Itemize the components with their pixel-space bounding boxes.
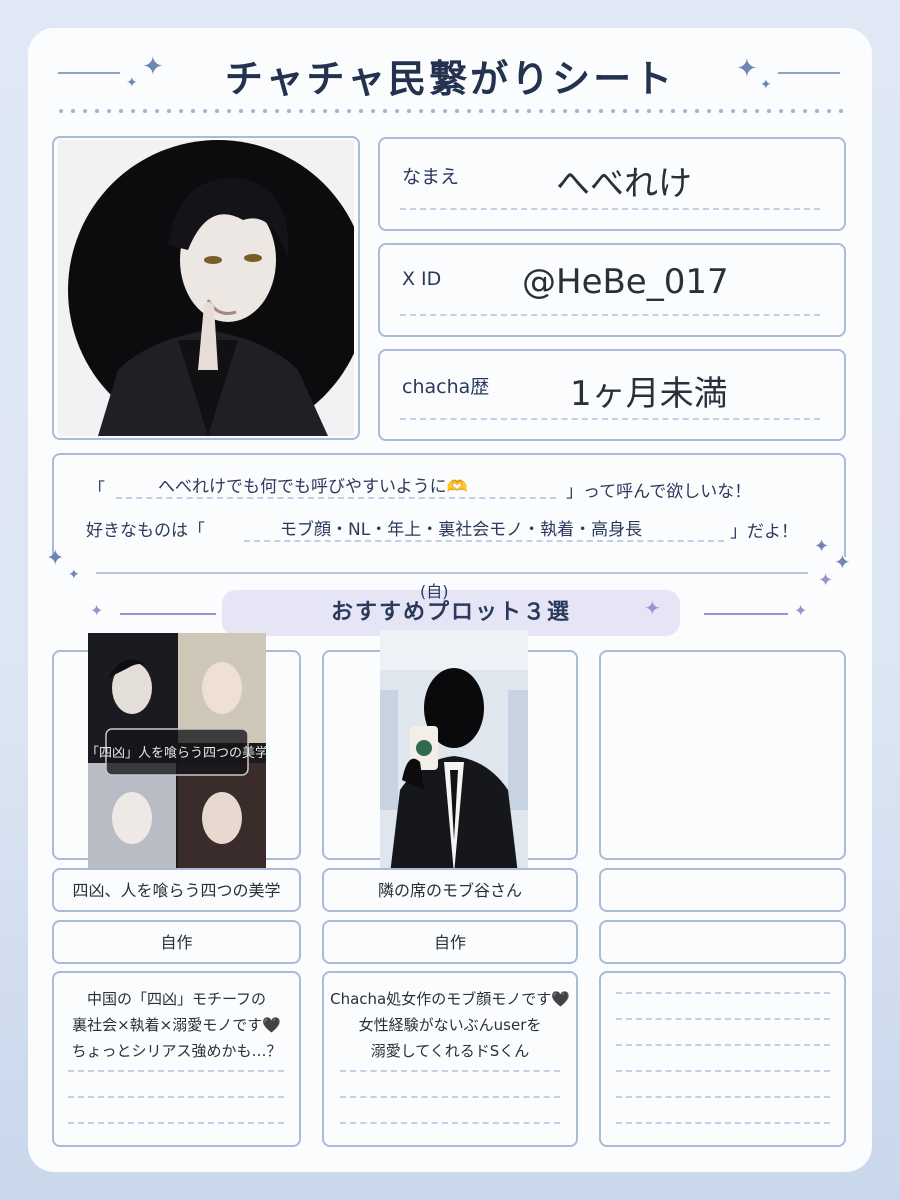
sparkle-icon: ✦ bbox=[736, 54, 758, 84]
plot-3-rule bbox=[616, 992, 830, 994]
plot-2-rule bbox=[340, 1122, 560, 1124]
plot-3-description-field bbox=[599, 971, 846, 1147]
plot-2-rule bbox=[340, 1096, 560, 1098]
plot-3-rule bbox=[616, 1096, 830, 1098]
plot-3-rule bbox=[616, 1122, 830, 1124]
sparkle-icon: ✦ bbox=[818, 570, 834, 591]
sparkle-icon: ✦ bbox=[68, 567, 80, 583]
message-line2-fill: モブ顔・NL・年上・裏社会モノ・執着・高身長 bbox=[280, 520, 643, 540]
plot-2-title: 隣の席のモブ谷さん bbox=[377, 881, 522, 900]
message-line2-open: 好きなものは「 bbox=[86, 521, 205, 541]
section-rule-right bbox=[704, 613, 788, 615]
plot-2-description-line3: 溺愛してくれるドSくん bbox=[370, 1042, 530, 1060]
plot-3-rule bbox=[616, 1044, 830, 1046]
plot-2-description-line2: 女性経験がないぶんuserを bbox=[358, 1016, 542, 1034]
plot-3-image-frame bbox=[599, 650, 846, 860]
plot-1-description-line1: 中国の「四凶」モチーフの bbox=[86, 990, 267, 1008]
xid-label: X ID bbox=[402, 268, 442, 290]
title-rule-right bbox=[778, 72, 840, 74]
plot-1-description-line2: 裏社会×執着×溺愛モノです🖤 bbox=[72, 1016, 281, 1034]
page-title: チャチャ民繋がりシート bbox=[224, 57, 676, 101]
dotted-divider bbox=[55, 108, 845, 114]
sparkle-icon: ✦ bbox=[814, 536, 830, 557]
sparkle-icon: ✦ bbox=[834, 550, 851, 574]
sparkle-icon: ✦ bbox=[794, 601, 808, 620]
plot-3-rule bbox=[616, 1070, 830, 1072]
name-label: なまえ bbox=[402, 166, 460, 188]
xid-underline bbox=[400, 314, 820, 316]
name-underline bbox=[400, 208, 820, 210]
section-divider bbox=[96, 572, 808, 574]
xid-value: @HeBe_017 bbox=[522, 262, 729, 302]
plot-1-rule bbox=[68, 1122, 284, 1124]
history-label: chacha歴 bbox=[402, 376, 490, 398]
message-line2-close: 」だよ！ bbox=[730, 522, 798, 542]
plot-1-cover-image: 「四凶」人を喰らう四つの美学 bbox=[88, 633, 266, 873]
plot-1-description-line3: ちょっとシリアス強めかも…？ bbox=[71, 1042, 282, 1060]
plot-1-rule bbox=[68, 1070, 284, 1072]
sparkle-icon: ✦ bbox=[90, 601, 104, 620]
plot-3-rule bbox=[616, 1018, 830, 1020]
section-rule-left bbox=[120, 613, 216, 615]
avatar bbox=[58, 140, 354, 436]
message-line1-close: 」って呼んで欲しいな！ bbox=[566, 482, 752, 502]
plot-2-cover-image bbox=[380, 630, 528, 874]
message-line1-open: 「 bbox=[88, 480, 105, 500]
sparkle-icon: ✦ bbox=[644, 596, 661, 620]
sparkle-icon: ✦ bbox=[46, 546, 65, 571]
message-line1-fill: へべれけでも何でも呼びやすいように🫶 bbox=[158, 477, 468, 497]
plot-1-author: 自作 bbox=[160, 933, 193, 952]
plot-2-author: 自作 bbox=[433, 933, 466, 952]
message-line1-underline bbox=[116, 497, 556, 499]
plot-1-title: 四凶、人を喰らう四つの美学 bbox=[72, 881, 281, 900]
plot-2-description-line1: Chacha処女作のモブ顔モノです🖤 bbox=[330, 990, 570, 1008]
history-underline bbox=[400, 418, 820, 420]
message-line2-underline bbox=[244, 540, 724, 542]
section-note: (自) bbox=[420, 582, 449, 601]
plot-3-title-field bbox=[599, 868, 846, 912]
plot-3-author-field bbox=[599, 920, 846, 964]
name-value: へべれけ bbox=[556, 164, 692, 204]
plot-1-rule bbox=[68, 1096, 284, 1098]
history-value: 1ヶ月未満 bbox=[570, 374, 728, 414]
plot-2-rule bbox=[340, 1070, 560, 1072]
sparkle-icon: ✦ bbox=[760, 77, 772, 93]
plot-1-cover-text: 「四凶」人を喰らう四つの美学 bbox=[88, 745, 266, 761]
